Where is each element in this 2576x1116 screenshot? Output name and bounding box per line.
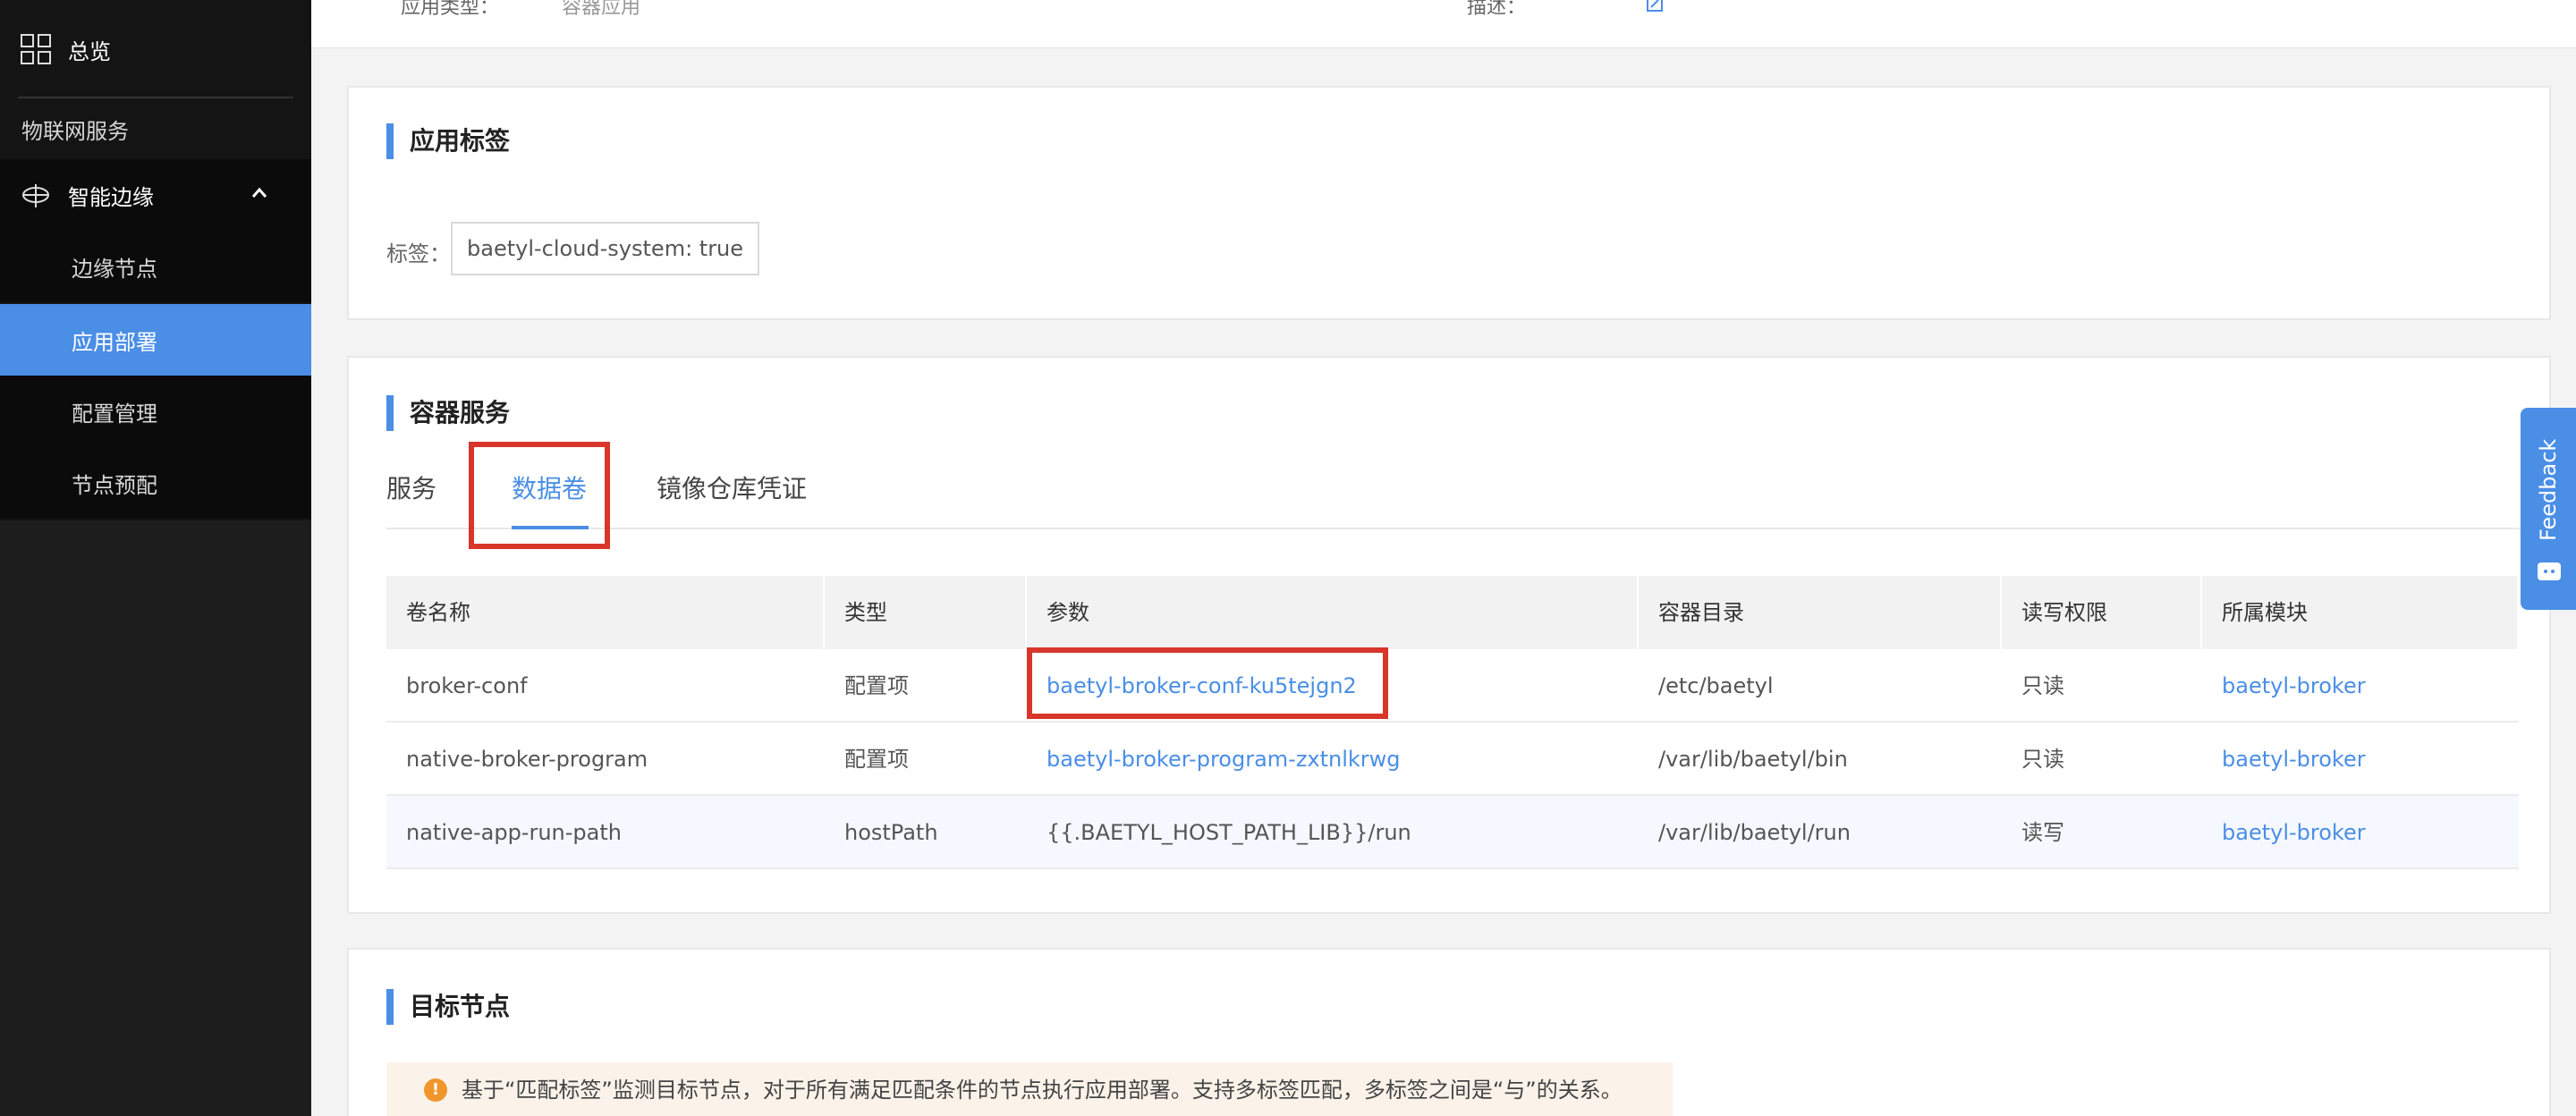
sidebar-item-overview[interactable]: 总览 — [0, 0, 311, 98]
table-row: broker-conf 配置项 baetyl-broker-conf-ku5te… — [386, 649, 2519, 723]
module-link[interactable]: baetyl-broker — [2202, 723, 2519, 796]
column-header: 所属模块 — [2202, 576, 2519, 649]
column-header: 卷名称 — [386, 576, 825, 649]
volume-type: hostPath — [844, 820, 938, 845]
volume-name: broker-conf — [406, 673, 528, 698]
highlight-box-volumes-tab — [469, 442, 610, 549]
edge-icon — [22, 184, 49, 207]
module-link[interactable]: baetyl-broker — [2202, 796, 2519, 869]
sidebar-item-label: 总览 — [68, 38, 111, 64]
edit-icon[interactable] — [1646, 0, 1664, 13]
feedback-button[interactable]: Feedback — [2521, 408, 2576, 610]
column-header: 类型 — [825, 576, 1027, 649]
table-row: native-app-run-path hostPath {{.BAETYL_H… — [386, 796, 2519, 869]
volume-param-link[interactable]: baetyl-broker-program-zxtnlkrwg — [1027, 723, 1639, 796]
volume-name: native-broker-program — [406, 747, 648, 772]
column-header: 参数 — [1027, 576, 1639, 649]
volumes-table: 卷名称 类型 参数 容器目录 读写权限 所属模块 broker-conf 配置项… — [386, 576, 2519, 869]
module-link[interactable]: baetyl-broker — [2202, 649, 2519, 723]
container-dir: /etc/baetyl — [1658, 673, 1774, 698]
main-content: 应用类型： 容器应用 描述： 应用标签 标签： baetyl-cloud-sys… — [311, 0, 2576, 1116]
target-nodes-card: 目标节点 ! 基于“匹配标签”监测目标节点，对于所有满足匹配条件的节点执行应用部… — [347, 948, 2551, 1116]
rw-permission: 只读 — [2021, 747, 2064, 772]
app-type-label: 应用类型： — [401, 0, 500, 19]
section-title: 容器服务 — [386, 395, 510, 431]
table-row: native-broker-program 配置项 baetyl-broker-… — [386, 723, 2519, 796]
app-tags-card: 应用标签 标签： baetyl-cloud-system: true — [347, 86, 2551, 320]
grid-icon — [21, 34, 51, 64]
rw-permission: 读写 — [2021, 820, 2064, 845]
sidebar-item-edge-nodes[interactable]: 边缘节点 — [0, 231, 311, 302]
info-notice: ! 基于“匹配标签”监测目标节点，对于所有满足匹配条件的节点执行应用部署。支持多… — [386, 1062, 1673, 1116]
container-services-card: 容器服务 服务 数据卷 镜像仓库凭证 卷名称 类型 参数 容器目录 读写权限 所… — [347, 356, 2551, 914]
notice-text: 基于“匹配标签”监测目标节点，对于所有满足匹配条件的节点执行应用部署。支持多标签… — [462, 1078, 1623, 1103]
tag-label: 标签： — [386, 241, 451, 266]
app-info-card: 应用类型： 容器应用 描述： — [311, 0, 2576, 48]
sidebar-item-config-mgmt[interactable]: 配置管理 — [0, 376, 311, 447]
chat-icon — [2538, 562, 2561, 580]
sidebar-item-label: 配置管理 — [72, 401, 157, 427]
tab-bar: 服务 数据卷 镜像仓库凭证 — [386, 467, 2524, 529]
column-header: 读写权限 — [2002, 576, 2202, 649]
sidebar-divider — [18, 97, 293, 98]
sidebar-item-label: 边缘节点 — [72, 256, 157, 282]
sidebar: 总览 物联网服务 智能边缘 边缘节点 应用部署 配置管理 节点预配 — [0, 0, 311, 1116]
volume-param: {{.BAETYL_HOST_PATH_LIB}}/run — [1046, 820, 1411, 845]
sidebar-item-label: 节点预配 — [72, 472, 157, 498]
section-title: 应用标签 — [386, 123, 510, 159]
app-type-value: 容器应用 — [562, 0, 641, 19]
tab-services[interactable]: 服务 — [386, 467, 436, 512]
sidebar-item-label: 应用部署 — [72, 329, 157, 355]
table-header: 卷名称 类型 参数 容器目录 读写权限 所属模块 — [386, 576, 2519, 649]
warning-icon: ! — [424, 1078, 447, 1102]
rw-permission: 只读 — [2021, 673, 2064, 698]
sidebar-group-smart-edge[interactable]: 智能边缘 — [0, 159, 311, 231]
section-title: 目标节点 — [386, 989, 510, 1025]
volume-name: native-app-run-path — [406, 820, 622, 845]
container-dir: /var/lib/baetyl/run — [1658, 820, 1851, 845]
feedback-label: Feedback — [2536, 438, 2561, 542]
tab-registry-credentials[interactable]: 镜像仓库凭证 — [657, 467, 807, 512]
sidebar-item-app-deploy[interactable]: 应用部署 — [0, 304, 311, 376]
description-label: 描述： — [1467, 0, 1527, 19]
tag-chip: baetyl-cloud-system: true — [451, 222, 760, 275]
sidebar-item-label: 物联网服务 — [21, 118, 129, 144]
volume-type: 配置项 — [844, 673, 909, 698]
sidebar-item-label: 智能边缘 — [68, 184, 154, 210]
container-dir: /var/lib/baetyl/bin — [1658, 747, 1848, 772]
highlight-box-param-link — [1027, 647, 1388, 719]
column-header: 容器目录 — [1639, 576, 2002, 649]
sidebar-group-iot-services[interactable]: 物联网服务 — [0, 100, 311, 157]
sidebar-item-node-provision[interactable]: 节点预配 — [0, 447, 311, 519]
chevron-up-icon[interactable] — [250, 184, 268, 202]
volume-type: 配置项 — [844, 747, 909, 772]
